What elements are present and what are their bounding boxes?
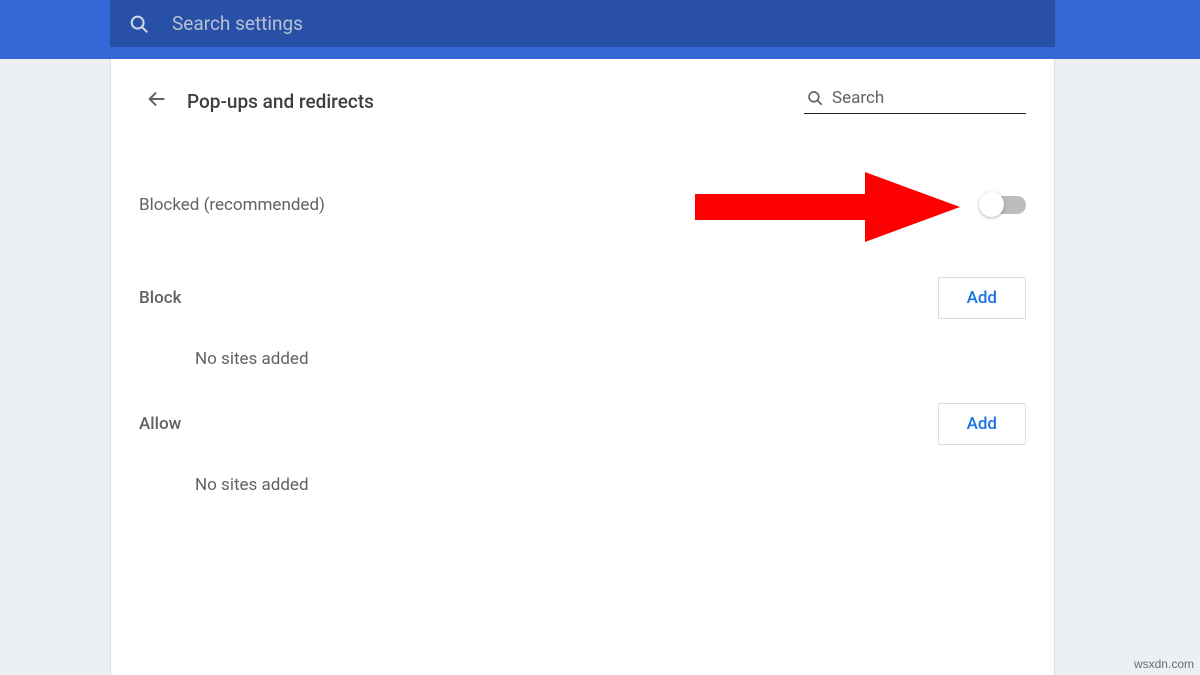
settings-panel: Pop-ups and redirects Blocked (recommend… [110, 59, 1055, 675]
global-search-input[interactable] [172, 12, 772, 35]
page-header: Pop-ups and redirects [139, 83, 1026, 119]
blocked-toggle[interactable] [982, 196, 1026, 214]
block-section-title: Block [139, 288, 181, 308]
allow-section-header: Allow Add [139, 403, 1026, 445]
page-header-left: Pop-ups and redirects [139, 83, 374, 119]
top-bar [0, 0, 1200, 59]
blocked-label: Blocked (recommended) [139, 195, 325, 215]
arrow-left-icon [146, 88, 168, 114]
back-button[interactable] [139, 83, 175, 119]
search-icon [128, 13, 150, 35]
watermark: wsxdn.com [1134, 657, 1194, 671]
blocked-toggle-row: Blocked (recommended) [139, 167, 1026, 243]
global-search-bar[interactable] [110, 0, 1055, 47]
search-icon [806, 89, 824, 107]
page-title: Pop-ups and redirects [187, 90, 374, 113]
allow-section-title: Allow [139, 414, 181, 434]
allow-section: Allow Add No sites added [139, 403, 1026, 495]
inline-search-input[interactable] [832, 88, 1026, 108]
block-add-button[interactable]: Add [938, 277, 1026, 319]
block-section-header: Block Add [139, 277, 1026, 319]
toggle-knob [979, 192, 1004, 217]
block-empty-text: No sites added [195, 349, 1026, 369]
allow-empty-text: No sites added [195, 475, 1026, 495]
allow-add-button[interactable]: Add [938, 403, 1026, 445]
block-section: Block Add No sites added [139, 277, 1026, 369]
inline-search[interactable] [804, 88, 1026, 114]
